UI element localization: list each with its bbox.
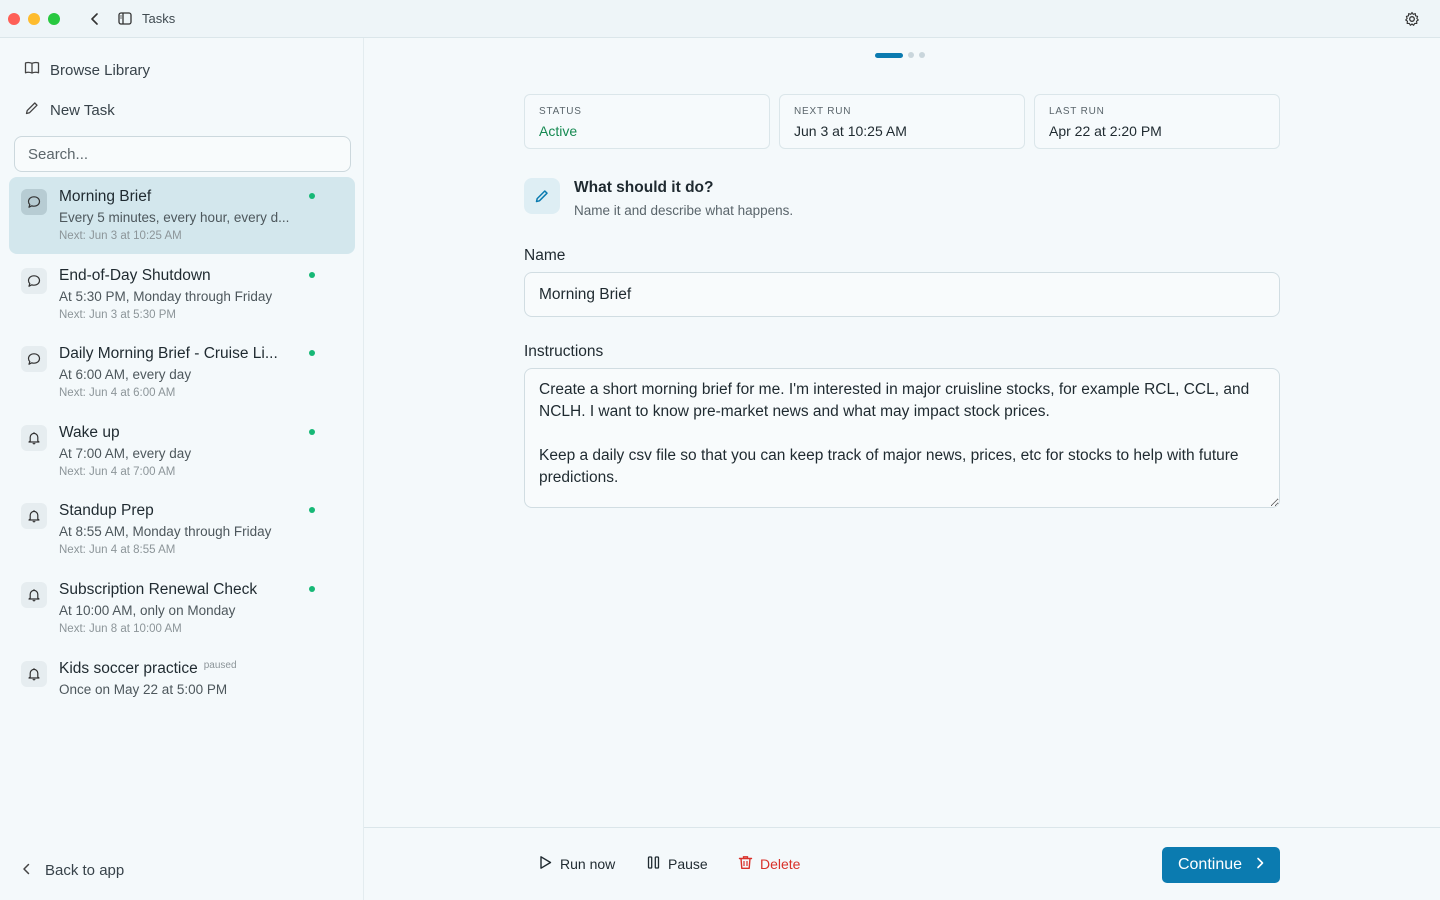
task-schedule: At 8:55 AM, Monday through Friday <box>59 524 272 540</box>
name-field[interactable] <box>524 272 1280 317</box>
task-schedule: At 10:00 AM, only on Monday <box>59 602 236 618</box>
trash-icon <box>738 855 753 873</box>
chevron-right-icon <box>1256 856 1264 874</box>
task-schedule: At 5:30 PM, Monday through Friday <box>59 288 273 304</box>
next-run-value: Jun 3 at 10:25 AM <box>794 123 907 139</box>
paused-badge: paused <box>203 659 237 671</box>
active-status-dot <box>309 507 315 514</box>
task-next-run: Next: Jun 4 at 6:00 AM <box>59 387 176 400</box>
task-title: Kids soccer practice paused <box>59 659 237 677</box>
window-title: Tasks <box>142 11 176 26</box>
instructions-label: Instructions <box>524 343 604 360</box>
active-status-dot <box>309 271 315 278</box>
task-title: Subscription Renewal Check <box>59 580 258 598</box>
task-list-item[interactable]: Subscription Renewal Check At 10:00 AM, o… <box>9 570 355 647</box>
browse-library-label: Browse Library <box>50 61 151 79</box>
step-dot[interactable] <box>919 52 925 58</box>
close-window-button[interactable] <box>8 12 20 25</box>
task-title: Daily Morning Brief - Cruise Li... <box>59 345 278 363</box>
settings-gear-icon[interactable] <box>1404 11 1420 27</box>
step-dot-active[interactable] <box>875 52 903 58</box>
status-card: STATUS Active <box>524 94 770 149</box>
pause-icon <box>646 855 661 873</box>
delete-button[interactable]: Delete <box>738 855 800 873</box>
title-bar: Tasks <box>0 0 1440 38</box>
sidebar: Browse Library New Task Morning Brief Eve… <box>0 38 364 900</box>
chat-bubble-icon <box>21 267 47 294</box>
zoom-window-button[interactable] <box>48 12 60 25</box>
task-list-item[interactable]: Kids soccer practice paused Once on May 22… <box>9 649 355 726</box>
bell-icon <box>21 503 47 530</box>
book-icon <box>24 60 40 80</box>
pencil-icon <box>24 100 40 120</box>
active-status-dot <box>309 350 315 357</box>
task-next-run: Next: Jun 4 at 8:55 AM <box>59 544 176 557</box>
last-run-label: LAST RUN <box>1049 106 1105 117</box>
search-input[interactable] <box>14 136 351 172</box>
run-now-button[interactable]: Run now <box>538 855 615 873</box>
bell-icon <box>21 424 47 451</box>
bell-icon <box>21 660 47 687</box>
bell-icon <box>21 581 47 608</box>
step-indicator <box>875 52 925 58</box>
continue-label: Continue <box>1177 856 1243 873</box>
task-list-item[interactable]: Daily Morning Brief - Cruise Li... At 6:0… <box>9 334 355 411</box>
task-list: Morning Brief Every 5 minutes, every hour… <box>9 177 355 727</box>
task-next-run: Next: Jun 4 at 7:00 AM <box>59 465 176 478</box>
task-title: Morning Brief <box>59 188 152 205</box>
task-list-item[interactable]: End-of-Day Shutdown At 5:30 PM, Monday th… <box>9 256 355 333</box>
task-next-run: Next: Jun 3 at 5:30 PM <box>59 308 176 321</box>
active-status-dot <box>309 193 315 199</box>
step-dot[interactable] <box>908 52 914 58</box>
name-label: Name <box>524 247 566 264</box>
pause-label: Pause <box>668 856 708 872</box>
task-schedule: Every 5 minutes, every hour, every d... <box>59 210 290 225</box>
chat-bubble-icon <box>21 189 47 215</box>
instructions-field[interactable] <box>524 368 1280 508</box>
task-list-item[interactable]: Wake up At 7:00 AM, every day Next: Jun 4 … <box>9 413 355 490</box>
last-run-value: Apr 22 at 2:20 PM <box>1049 123 1162 139</box>
minimize-window-button[interactable] <box>28 12 40 25</box>
back-to-app-label: Back to app <box>45 862 125 879</box>
back-chevron-icon[interactable] <box>86 10 104 28</box>
task-schedule: At 7:00 AM, every day <box>59 445 192 461</box>
active-status-dot <box>309 428 315 435</box>
task-title: Standup Prep <box>59 502 154 520</box>
delete-label: Delete <box>760 856 801 872</box>
status-value: Active <box>539 123 578 139</box>
play-icon <box>538 855 553 873</box>
task-next-run: Next: Jun 8 at 10:00 AM <box>59 622 182 635</box>
section-title: What should it do? <box>574 179 714 196</box>
task-next-run: Next: Jun 3 at 10:25 AM <box>59 230 182 242</box>
task-list-item[interactable]: Standup Prep At 8:55 AM, Monday through F… <box>9 491 355 568</box>
browse-library-link[interactable]: Browse Library <box>24 60 150 80</box>
next-run-label: NEXT RUN <box>794 106 852 117</box>
chat-bubble-icon <box>21 346 47 373</box>
chevron-left-icon <box>22 862 31 879</box>
action-footer: Run now Pause Delete Continue <box>364 827 1440 900</box>
task-title: End-of-Day Shutdown <box>59 266 211 284</box>
active-status-dot <box>309 585 315 592</box>
run-now-label: Run now <box>560 856 616 872</box>
last-run-card: LAST RUN Apr 22 at 2:20 PM <box>1034 94 1280 149</box>
back-to-app-button[interactable]: Back to app <box>22 862 124 879</box>
task-schedule: Once on May 22 at 5:00 PM <box>59 681 228 697</box>
status-label: STATUS <box>539 106 582 117</box>
section-subtitle: Name it and describe what happens. <box>574 203 794 218</box>
task-list-item[interactable]: Morning Brief Every 5 minutes, every hour… <box>9 177 355 254</box>
pause-button[interactable]: Pause <box>646 855 708 873</box>
window-controls <box>8 12 60 25</box>
task-title: Wake up <box>59 423 120 441</box>
continue-button[interactable]: Continue <box>1162 847 1280 883</box>
next-run-card: NEXT RUN Jun 3 at 10:25 AM <box>779 94 1025 149</box>
pencil-icon <box>524 178 560 214</box>
new-task-label: New Task <box>50 101 115 119</box>
new-task-link[interactable]: New Task <box>24 100 115 120</box>
sidebar-toggle-icon[interactable] <box>116 10 134 28</box>
task-schedule: At 6:00 AM, every day <box>59 367 192 383</box>
